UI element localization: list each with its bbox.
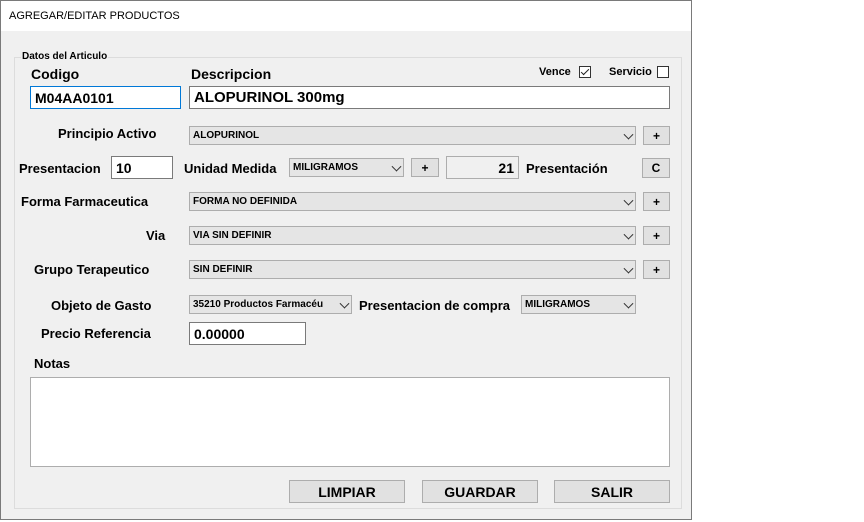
descripcion-input[interactable]: ALOPURINOL 300mg — [189, 86, 670, 109]
objeto-gasto-value: 35210 Productos Farmacéu — [193, 299, 324, 310]
chevron-down-icon — [623, 298, 634, 309]
unidad-medida-select[interactable]: MILIGRAMOS — [289, 158, 404, 177]
unidad-medida-value: MILIGRAMOS — [293, 162, 358, 173]
principio-activo-value: ALOPURINOL — [193, 130, 260, 141]
notas-textarea[interactable] — [30, 377, 670, 467]
vence-label: Vence — [539, 66, 571, 78]
title-bar: AGREGAR/EDITAR PRODUCTOS — [1, 1, 691, 31]
descripcion-label: Descripcion — [191, 66, 272, 82]
via-value: VIA SIN DEFINIR — [193, 230, 272, 241]
presentacion-total-field: 21 — [446, 156, 519, 179]
chevron-down-icon — [623, 195, 634, 206]
grupo-terapeutico-value: SIN DEFINIR — [193, 264, 253, 275]
chevron-down-icon — [623, 263, 634, 274]
principio-activo-label: Principio Activo — [58, 126, 157, 141]
add-via-button[interactable]: + — [643, 226, 670, 245]
presentacion-label: Presentacion — [19, 161, 101, 176]
servicio-label: Servicio — [609, 66, 652, 78]
chevron-down-icon — [339, 298, 350, 309]
presentacion-total-label: Presentación — [526, 161, 608, 176]
via-select[interactable]: VIA SIN DEFINIR — [189, 226, 636, 245]
presentacion-compra-select[interactable]: MILIGRAMOS — [521, 295, 636, 314]
presentacion-input[interactable]: 10 — [111, 156, 173, 179]
unidad-medida-label: Unidad Medida — [184, 161, 277, 176]
window-title: AGREGAR/EDITAR PRODUCTOS — [9, 10, 180, 22]
add-principio-activo-button[interactable]: + — [643, 126, 670, 145]
forma-farmaceutica-value: FORMA NO DEFINIDA — [193, 196, 298, 207]
salir-button[interactable]: SALIR — [554, 480, 670, 503]
forma-farmaceutica-label: Forma Farmaceutica — [21, 194, 149, 209]
principio-activo-select[interactable]: ALOPURINOL — [189, 126, 636, 145]
codigo-input[interactable]: M04AA0101 — [30, 86, 181, 109]
codigo-label: Codigo — [31, 66, 80, 82]
presentacion-compra-label: Presentacion de compra — [359, 298, 510, 313]
add-unidad-medida-button[interactable]: + — [411, 158, 439, 177]
presentacion-compra-value: MILIGRAMOS — [525, 299, 590, 310]
chevron-down-icon — [623, 129, 634, 140]
limpiar-button[interactable]: LIMPIAR — [289, 480, 405, 503]
servicio-checkbox[interactable] — [657, 66, 669, 78]
via-label: Via — [146, 228, 166, 243]
vence-checkbox[interactable] — [579, 66, 591, 78]
precio-referencia-label: Precio Referencia — [41, 326, 151, 341]
chevron-down-icon — [391, 161, 402, 172]
objeto-gasto-select[interactable]: 35210 Productos Farmacéu — [189, 295, 352, 314]
check-icon — [580, 66, 590, 76]
notas-label: Notas — [34, 356, 71, 371]
grupo-terapeutico-label: Grupo Terapeutico — [34, 262, 150, 277]
c-button[interactable]: C — [642, 158, 670, 178]
add-grupo-terapeutico-button[interactable]: + — [643, 260, 670, 279]
grupo-terapeutico-select[interactable]: SIN DEFINIR — [189, 260, 636, 279]
objeto-gasto-label: Objeto de Gasto — [51, 298, 152, 313]
product-dialog: AGREGAR/EDITAR PRODUCTOS Datos del Artic… — [0, 0, 692, 520]
precio-referencia-input[interactable]: 0.00000 — [189, 322, 306, 345]
guardar-button[interactable]: GUARDAR — [422, 480, 538, 503]
add-forma-farmaceutica-button[interactable]: + — [643, 192, 670, 211]
forma-farmaceutica-select[interactable]: FORMA NO DEFINIDA — [189, 192, 636, 211]
chevron-down-icon — [623, 229, 634, 240]
groupbox-legend: Datos del Articulo — [21, 51, 109, 62]
